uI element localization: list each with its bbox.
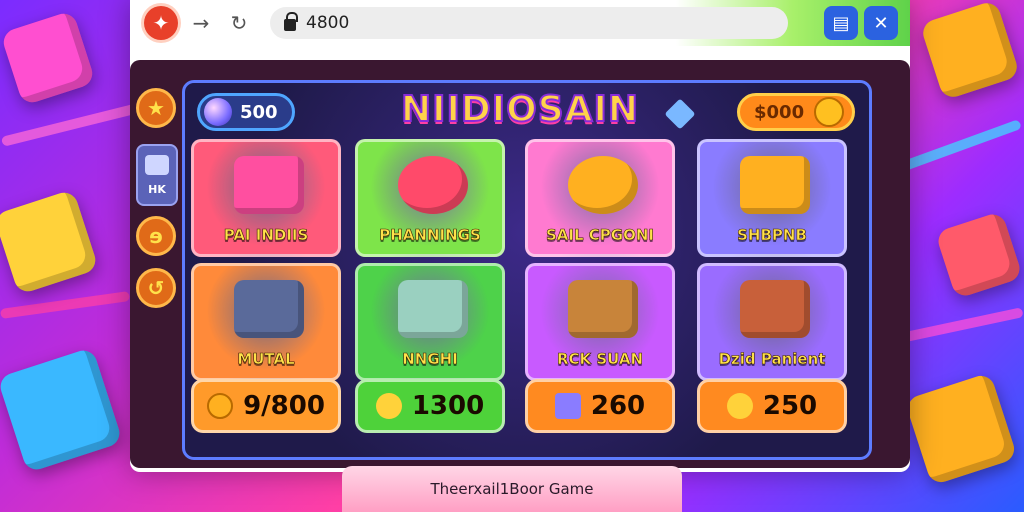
address-text: 4800 [306,13,350,33]
address-bar[interactable]: 4800 [270,7,788,39]
menu-icon[interactable]: ▤ [824,6,858,40]
bg-streak [902,119,1022,171]
shop-tile[interactable]: SHBPNB [697,139,847,257]
shop-tile[interactable]: SAIL CPGONI [525,139,675,257]
gem-orb-icon [204,98,232,126]
coin-face-icon [207,393,234,419]
lock-icon [284,12,298,31]
browser-logo-icon[interactable]: ✦ [144,6,178,40]
bear-icon [398,156,468,214]
browser-toolbar: ✦ → ↻ 4800 ▤ ✕ [130,0,910,46]
bg-streak [0,103,140,147]
gems-value: 500 [240,101,278,123]
game-panel: ★ HK ɘ ↺ 500 NIIDIOSAIN $000 PAI INDIIS [130,60,910,468]
bg-cube [904,372,1018,486]
gem-icon [554,393,581,419]
refresh-button[interactable]: ↺ [136,268,176,308]
tablet-icon [398,280,468,338]
price-button[interactable]: 250 [697,379,847,433]
shop-tile[interactable]: PHANNINGS [355,139,505,257]
box-icon [740,156,810,214]
reload-icon[interactable]: ↻ [222,6,256,40]
bg-cube [0,346,124,474]
game-sidebar: ★ HK ɘ ↺ [130,60,182,468]
shop-tile[interactable]: Dzid Panient [697,263,847,381]
bg-cube [934,210,1024,300]
shop-tile[interactable]: NNGHI [355,263,505,381]
tile-label: MUTAL [237,350,295,369]
star-button[interactable]: ★ [136,88,176,128]
tile-label: PAI INDIIS [223,226,309,245]
sidebar-card-label: HK [148,182,166,196]
price-value: 260 [590,391,646,421]
star-icon [375,393,402,419]
price-button[interactable]: 9/800 [191,379,341,433]
crystal-icon [664,98,696,130]
price-button[interactable]: 1300 [355,379,505,433]
tile-label: Dzid Panient [718,350,826,369]
cash-counter: $000 [737,93,855,131]
shop-board: 500 NIIDIOSAIN $000 PAI INDIIS PHANNINGS… [182,80,872,460]
price-button[interactable]: 260 [525,379,675,433]
price-value: 250 [762,391,818,421]
price-value: 1300 [411,391,485,421]
shop-tile[interactable]: PAI INDIIS [191,139,341,257]
coin-face-icon [814,97,845,127]
game-title: NIIDIOSAIN [400,88,640,131]
treasure-icon [740,280,810,338]
tile-label: PHANNINGS [379,226,481,245]
tile-label: SAIL CPGONI [546,226,655,245]
bg-streak [0,291,131,319]
tile-label: NNGHI [402,350,458,369]
tile-label: RCK SUAN [556,350,644,369]
star-icon [726,393,753,419]
bg-cube [0,189,99,295]
cash-value: $000 [754,101,805,123]
tile-label: SHBPNB [737,226,807,245]
shop-tile[interactable]: RCK SUAN [525,263,675,381]
gems-counter: 500 [197,93,295,131]
footer-text: Theerxail1Boor Game [430,480,594,498]
bear-cub-icon [568,156,638,214]
bg-cube [0,10,96,106]
card-icon [145,154,169,175]
console-icon [234,280,304,338]
price-value: 9/800 [243,391,325,421]
bg-cube [919,0,1021,101]
chest-icon [568,280,638,338]
browser-window: ✦ → ↻ 4800 ▤ ✕ ★ HK ɘ ↺ 500 NIIDIOSAIN $… [130,0,910,472]
bg-streak [900,307,1024,343]
car-icon [234,156,304,214]
back-arrow-icon[interactable]: → [184,6,218,40]
shop-tile[interactable]: MUTAL [191,263,341,381]
footer-caption: Theerxail1Boor Game [342,466,682,512]
close-icon[interactable]: ✕ [864,6,898,40]
sidebar-card[interactable]: HK [136,144,178,206]
pretzel-button[interactable]: ɘ [136,216,176,256]
